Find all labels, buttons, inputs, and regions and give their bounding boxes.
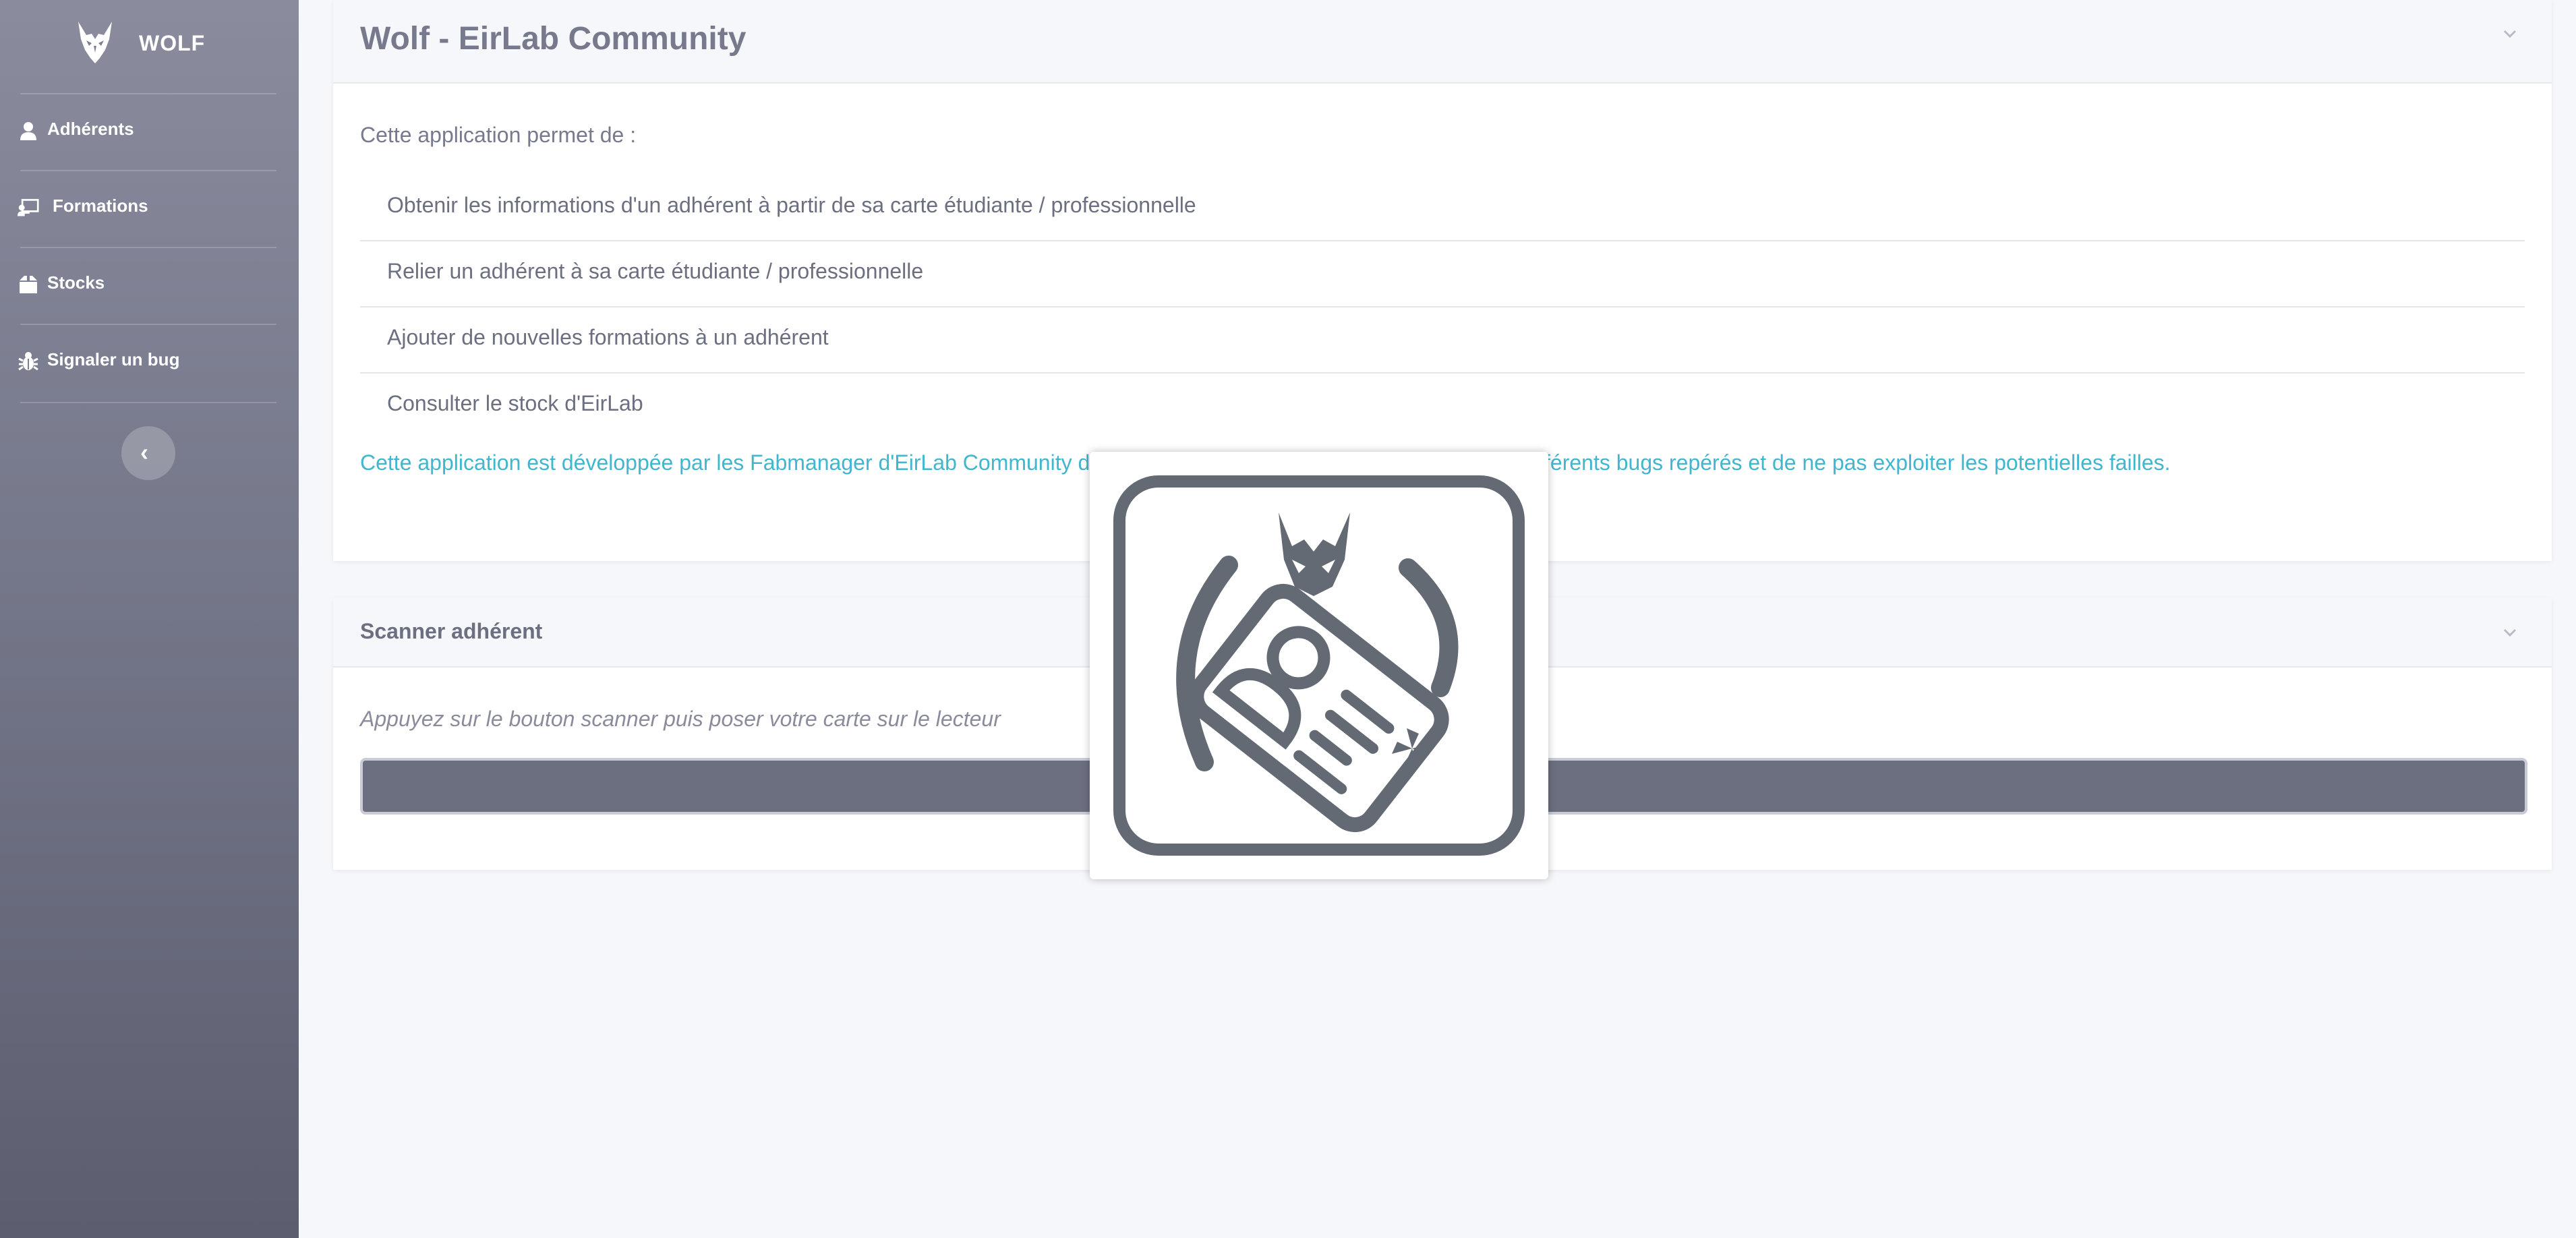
- sidebar-item-stocks[interactable]: Stocks: [0, 248, 299, 324]
- list-item: Consulter le stock d'EirLab: [360, 372, 2525, 438]
- chalkboard-teacher-icon: [18, 199, 39, 216]
- list-item: Ajouter de nouvelles formations à un adh…: [360, 306, 2525, 374]
- chevron-left-icon: ‹: [140, 438, 148, 466]
- sidebar-item-label: Formations: [53, 196, 148, 216]
- divider: [20, 402, 276, 403]
- chevron-down-icon[interactable]: [2502, 26, 2518, 42]
- list-item-text: Obtenir les informations d'un adhérent à…: [387, 193, 1196, 217]
- sidebar-item-signaler-bug[interactable]: Signaler un bug: [0, 325, 299, 401]
- list-item-text: Consulter le stock d'EirLab: [387, 391, 643, 415]
- sidebar-item-formations[interactable]: Formations: [0, 171, 299, 247]
- sidebar-item-label: Adhérents: [47, 119, 134, 139]
- sidebar-item-label: Stocks: [47, 272, 105, 293]
- intro-text: Cette application permet de :: [360, 123, 637, 147]
- notice-text-left: Cette application est développée par les…: [360, 450, 1103, 475]
- user-icon: [20, 122, 36, 140]
- bug-icon: [18, 352, 38, 371]
- chevron-down-icon[interactable]: [2502, 624, 2518, 641]
- card-title: Scanner adhérent: [360, 619, 543, 643]
- sidebar: WOLF Adhérents Formations Stocks Signale…: [0, 0, 299, 1238]
- brand-name: WOLF: [139, 31, 206, 55]
- wolf-logo-icon: [78, 22, 112, 63]
- sidebar-item-adherents[interactable]: Adhérents: [0, 94, 299, 170]
- card-header[interactable]: Wolf - EirLab Community: [333, 0, 2552, 84]
- box-icon: [20, 276, 37, 293]
- card-scan-icon: [1113, 475, 1525, 856]
- list-item-text: Ajouter de nouvelles formations à un adh…: [387, 325, 829, 349]
- notice-text-right: férents bugs repérés et de ne pas exploi…: [1544, 450, 2171, 475]
- sidebar-item-label: Signaler un bug: [47, 349, 180, 370]
- list-item-text: Relier un adhérent à sa carte étudiante …: [387, 259, 924, 283]
- card-title: Wolf - EirLab Community: [360, 21, 747, 57]
- scanner-hint: Appuyez sur le bouton scanner puis poser…: [360, 707, 1001, 731]
- list-item: Obtenir les informations d'un adhérent à…: [360, 174, 2525, 241]
- sidebar-collapse-button[interactable]: ‹: [121, 426, 175, 480]
- list-item: Relier un adhérent à sa carte étudiante …: [360, 240, 2525, 307]
- scan-overlay: [1090, 452, 1548, 879]
- brand[interactable]: WOLF: [0, 0, 299, 93]
